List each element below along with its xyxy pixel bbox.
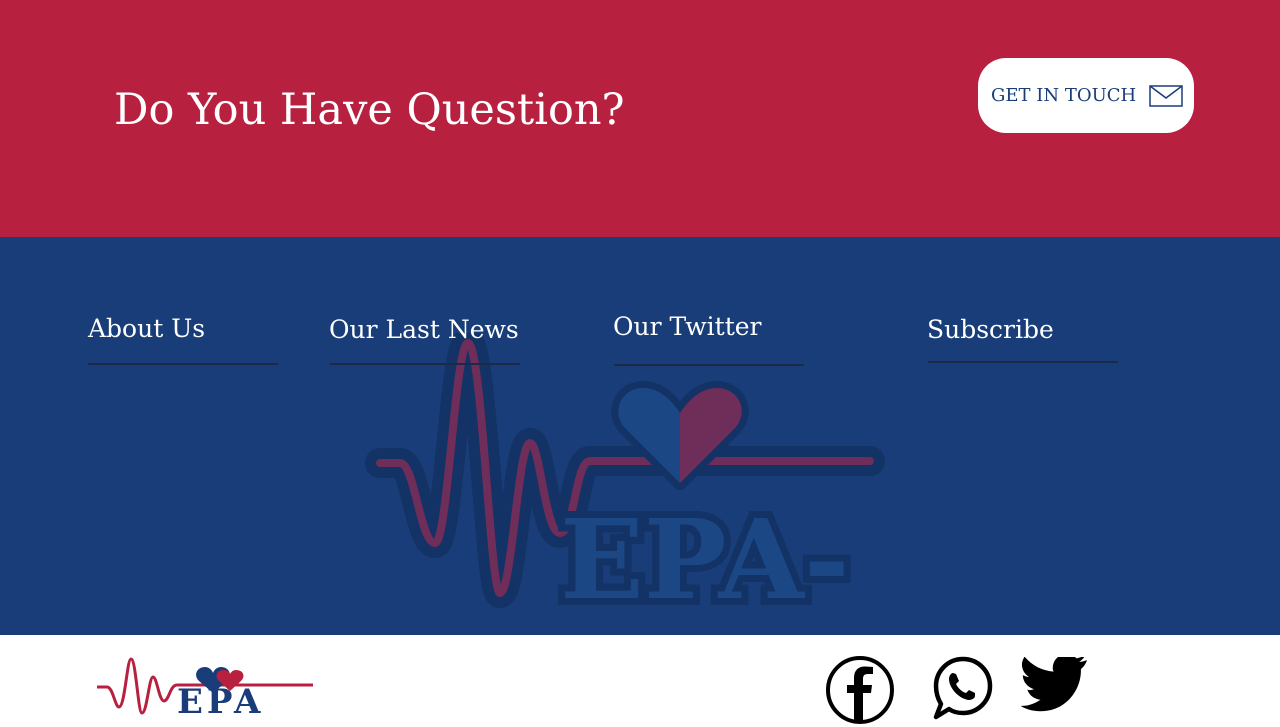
about-us-divider bbox=[88, 363, 278, 365]
about-us-heading: About Us bbox=[88, 314, 206, 343]
our-twitter-heading: Our Twitter bbox=[613, 312, 762, 341]
our-twitter-divider bbox=[614, 364, 804, 366]
mail-icon bbox=[1149, 84, 1183, 107]
get-in-touch-button[interactable]: GET IN TOUCH bbox=[978, 58, 1194, 133]
footer-bottom-bar: EPA bbox=[0, 635, 1280, 727]
watermark-text: EPA- bbox=[560, 495, 850, 613]
footer-main: EPA- About Us Our Last News Our Twitter … bbox=[0, 237, 1280, 635]
facebook-icon[interactable] bbox=[825, 655, 895, 725]
our-last-news-divider bbox=[330, 363, 520, 365]
get-in-touch-label: GET IN TOUCH bbox=[991, 85, 1137, 106]
our-last-news-heading: Our Last News bbox=[329, 315, 519, 344]
epa-logo[interactable]: EPA bbox=[95, 645, 315, 715]
cta-banner: Do You Have Question? GET IN TOUCH bbox=[0, 0, 1280, 237]
subscribe-divider bbox=[928, 361, 1118, 363]
cta-title: Do You Have Question? bbox=[114, 85, 625, 135]
epa-logo-text: EPA bbox=[177, 682, 264, 715]
subscribe-heading: Subscribe bbox=[927, 315, 1054, 344]
twitter-icon[interactable] bbox=[1021, 657, 1089, 719]
whatsapp-icon[interactable] bbox=[932, 655, 994, 721]
epa-watermark-logo: EPA- bbox=[365, 333, 885, 613]
